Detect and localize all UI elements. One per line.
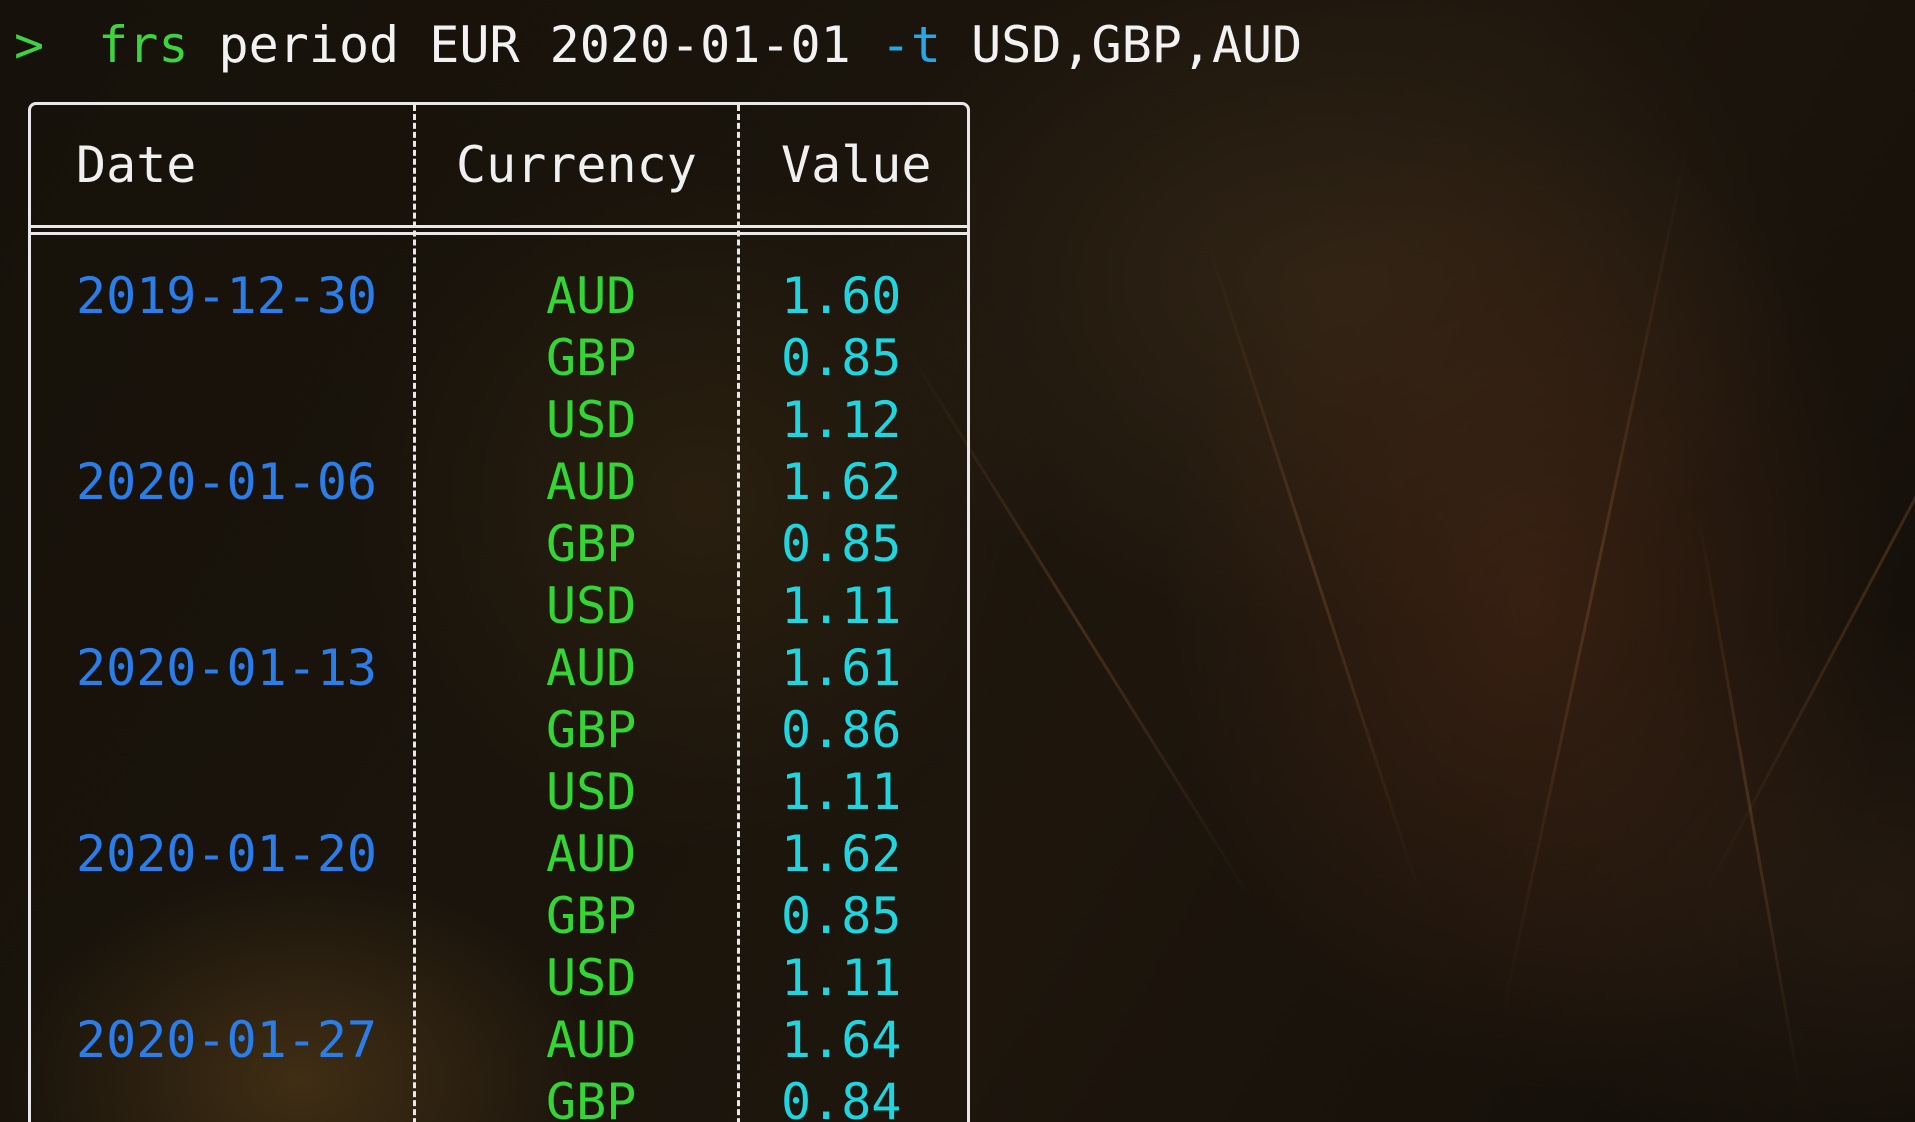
cell-currency: USD bbox=[546, 763, 637, 821]
cell-value: 1.60 bbox=[781, 267, 902, 325]
cell-date: 2020-01-13 bbox=[76, 639, 378, 697]
table-row: USD 1.11 bbox=[31, 947, 967, 1009]
cell-currency: AUD bbox=[546, 267, 637, 325]
table-row: 2019-12-30 AUD 1.60 bbox=[31, 265, 967, 327]
command-name: frs bbox=[98, 16, 189, 74]
cell-currency: USD bbox=[546, 391, 637, 449]
cell-currency: GBP bbox=[546, 329, 637, 387]
cell-currency: AUD bbox=[546, 1011, 637, 1069]
cell-currency: USD bbox=[546, 949, 637, 1007]
cell-value: 0.85 bbox=[781, 887, 902, 945]
cell-value: 1.64 bbox=[781, 1011, 902, 1069]
cell-value: 1.11 bbox=[781, 577, 902, 635]
cell-currency: USD bbox=[546, 577, 637, 635]
cell-currency: GBP bbox=[546, 515, 637, 573]
header-value: Value bbox=[781, 136, 932, 194]
command-args: period EUR 2020-01-01 bbox=[218, 16, 851, 74]
header-separator bbox=[31, 225, 967, 235]
wheat-stalk-decoration bbox=[1695, 508, 1803, 1101]
cell-currency: AUD bbox=[546, 639, 637, 697]
cell-currency: AUD bbox=[546, 825, 637, 883]
cell-date: 2020-01-06 bbox=[76, 453, 378, 511]
table-row: USD 1.11 bbox=[31, 761, 967, 823]
table-row: USD 1.12 bbox=[31, 389, 967, 451]
header-currency: Currency bbox=[456, 136, 697, 194]
cell-value: 1.62 bbox=[781, 453, 902, 511]
cell-value: 0.86 bbox=[781, 701, 902, 759]
wheat-stalk-decoration bbox=[1700, 192, 1915, 901]
table-row: GBP 0.85 bbox=[31, 885, 967, 947]
wheat-stalk-decoration bbox=[1500, 139, 1691, 1021]
cell-currency: AUD bbox=[546, 453, 637, 511]
command-flag: -t bbox=[880, 16, 942, 74]
table-row: 2020-01-13 AUD 1.61 bbox=[31, 637, 967, 699]
cell-value: 1.11 bbox=[781, 763, 902, 821]
cell-date: 2020-01-20 bbox=[76, 825, 378, 883]
cell-value: 1.11 bbox=[781, 949, 902, 1007]
cell-currency: GBP bbox=[546, 1073, 637, 1122]
cell-value: 0.85 bbox=[781, 515, 902, 573]
table-row: GBP 0.86 bbox=[31, 699, 967, 761]
prompt-symbol: > bbox=[14, 16, 45, 74]
table-row: GBP 0.84 bbox=[31, 1071, 967, 1122]
cell-currency: GBP bbox=[546, 887, 637, 945]
wheat-stalk-decoration bbox=[1203, 233, 1423, 901]
cell-date: 2019-12-30 bbox=[76, 267, 378, 325]
cell-value: 1.62 bbox=[781, 825, 902, 883]
cell-value: 0.84 bbox=[781, 1073, 902, 1122]
table-row: USD 1.11 bbox=[31, 575, 967, 637]
header-date: Date bbox=[76, 136, 197, 194]
table-row: GBP 0.85 bbox=[31, 327, 967, 389]
rates-table: Date Currency Value 2019-12-30 AUD 1.60 GB… bbox=[28, 102, 970, 1122]
table-header: Date Currency Value bbox=[31, 105, 967, 225]
cell-value: 1.12 bbox=[781, 391, 902, 449]
cell-value: 0.85 bbox=[781, 329, 902, 387]
cell-date: 2020-01-27 bbox=[76, 1011, 378, 1069]
table-row: 2020-01-20 AUD 1.62 bbox=[31, 823, 967, 885]
table-row: 2020-01-27 AUD 1.64 bbox=[31, 1009, 967, 1071]
table-row: 2020-01-06 AUD 1.62 bbox=[31, 451, 967, 513]
table-row: GBP 0.85 bbox=[31, 513, 967, 575]
command-line[interactable]: > frs period EUR 2020-01-01 -t USD,GBP,AU… bbox=[14, 10, 1302, 80]
cell-currency: GBP bbox=[546, 701, 637, 759]
cell-value: 1.61 bbox=[781, 639, 902, 697]
command-flag-value: USD,GBP,AUD bbox=[971, 16, 1303, 74]
